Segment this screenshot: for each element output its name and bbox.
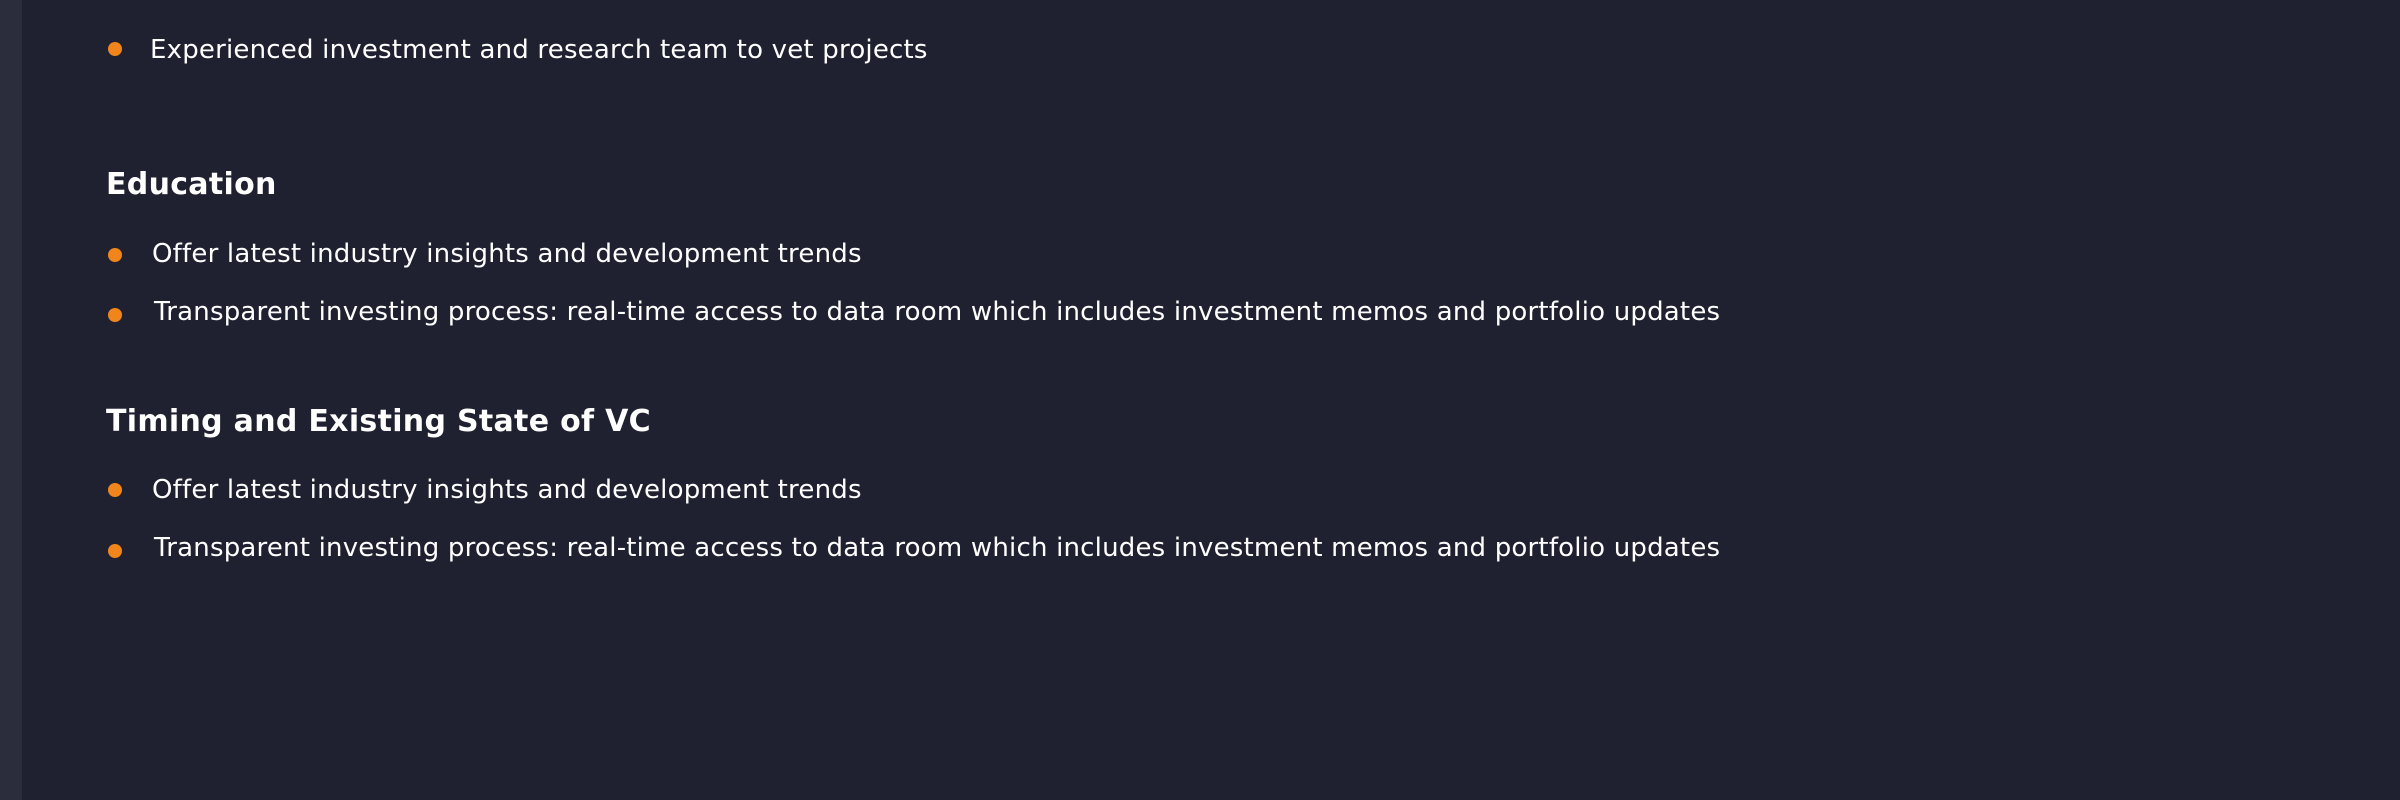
bullet-icon: [108, 544, 122, 558]
bullet-icon: [108, 483, 122, 497]
list-item: Experienced investment and research team…: [150, 35, 928, 65]
list-item: Transparent investing process: real-time…: [154, 297, 1721, 327]
content-area: Experienced investment and research team…: [0, 0, 2400, 800]
bullet-icon: [108, 248, 122, 262]
list-item: Offer latest industry insights and devel…: [152, 239, 862, 269]
bullet-icon: [108, 42, 122, 56]
section-heading-education: Education: [106, 167, 277, 202]
list-item: Transparent investing process: real-time…: [154, 533, 1721, 563]
list-item: Offer latest industry insights and devel…: [152, 475, 862, 505]
section-heading-timing-vc: Timing and Existing State of VC: [106, 404, 651, 439]
bullet-icon: [108, 308, 122, 322]
